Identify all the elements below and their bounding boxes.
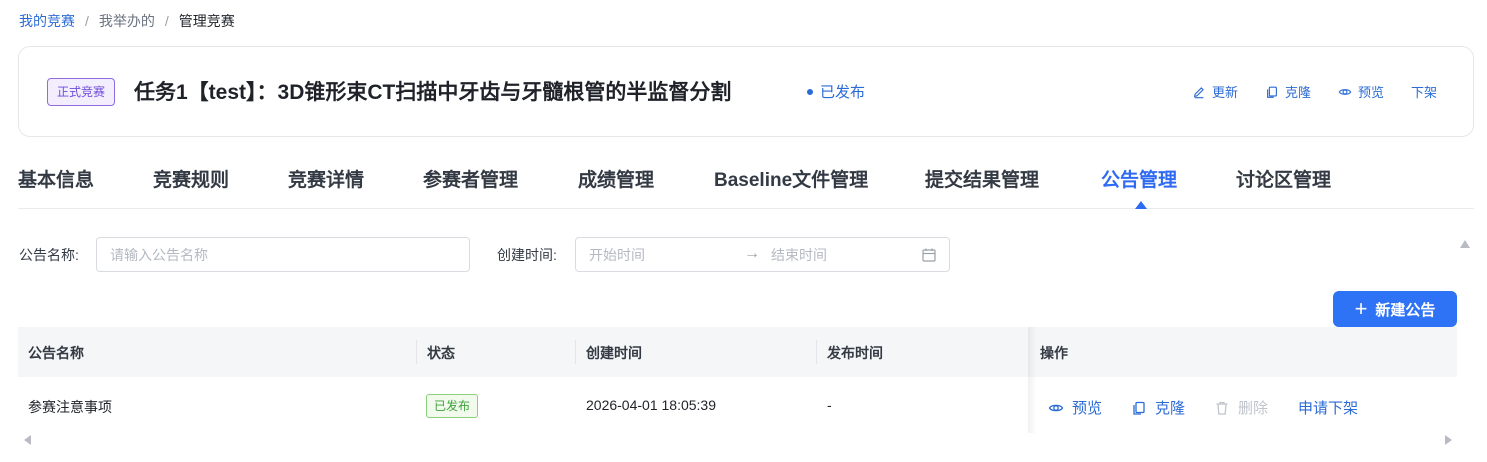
active-tab-indicator bbox=[1135, 201, 1147, 209]
cell-published-time: - bbox=[827, 397, 832, 413]
tab-bar: 基本信息 竞赛规则 竞赛详情 参赛者管理 成绩管理 Baseline文件管理 提… bbox=[18, 165, 1474, 209]
breadcrumb: 我的竞赛 / 我举办的 / 管理竞赛 bbox=[19, 11, 235, 31]
scroll-left-arrow[interactable] bbox=[24, 435, 31, 445]
row-delete-label: 删除 bbox=[1238, 400, 1269, 417]
status-dot-icon bbox=[807, 88, 813, 95]
unpublish-button[interactable]: 下架 bbox=[1411, 82, 1437, 101]
tab-scores[interactable]: 成绩管理 bbox=[578, 165, 654, 192]
col-header-actions: 操作 bbox=[1040, 345, 1068, 361]
tab-submissions[interactable]: 提交结果管理 bbox=[925, 165, 1039, 192]
calendar-icon bbox=[922, 248, 936, 262]
preview-button[interactable]: 预览 bbox=[1338, 82, 1384, 101]
tab-announcements[interactable]: 公告管理 bbox=[1101, 165, 1177, 192]
eye-icon bbox=[1338, 88, 1352, 95]
breadcrumb-separator: / bbox=[164, 13, 169, 29]
copy-icon bbox=[1133, 401, 1145, 415]
competition-status-text: 已发布 bbox=[820, 84, 866, 101]
breadcrumb-separator: / bbox=[85, 13, 89, 29]
eye-icon bbox=[1048, 404, 1064, 411]
cell-created-time: 2026-04-01 18:05:39 bbox=[586, 397, 716, 413]
table-row: 参赛注意事项 已发布 2026-04-01 18:05:39 - 预览 克隆 删… bbox=[18, 377, 1457, 433]
start-date-input[interactable] bbox=[589, 238, 734, 271]
name-filter-label: 公告名称: bbox=[19, 247, 79, 263]
tab-rules[interactable]: 竞赛规则 bbox=[153, 165, 229, 192]
end-date-input[interactable] bbox=[771, 238, 911, 271]
row-request-unpublish-button[interactable]: 申请下架 bbox=[1298, 397, 1358, 418]
copy-icon bbox=[1267, 86, 1277, 98]
col-header-name: 公告名称 bbox=[28, 345, 84, 361]
header-actions: 更新 克隆 预览 下架 bbox=[1192, 82, 1437, 101]
row-preview-button[interactable]: 预览 bbox=[1048, 397, 1102, 418]
update-label: 更新 bbox=[1211, 85, 1238, 100]
col-header-published: 发布时间 bbox=[827, 345, 883, 361]
row-clone-label: 克隆 bbox=[1155, 400, 1186, 417]
row-clone-button[interactable]: 克隆 bbox=[1131, 397, 1185, 418]
col-header-created: 创建时间 bbox=[586, 345, 642, 361]
range-arrow-icon: → bbox=[744, 245, 760, 262]
cell-name: 参赛注意事项 bbox=[28, 399, 112, 415]
breadcrumb-my-competitions[interactable]: 我的竞赛 bbox=[19, 11, 75, 31]
clone-label: 克隆 bbox=[1284, 85, 1311, 100]
column-divider bbox=[575, 340, 576, 364]
competition-title: 任务1【test】：3D锥形束CT扫描中牙齿与牙髓根管的半监督分割 bbox=[134, 81, 732, 104]
clone-button[interactable]: 克隆 bbox=[1265, 82, 1311, 101]
tab-participants[interactable]: 参赛者管理 bbox=[423, 165, 518, 192]
table-header: 公告名称 状态 创建时间 发布时间 操作 bbox=[18, 327, 1457, 377]
competition-status: 已发布 bbox=[807, 81, 865, 102]
tab-details[interactable]: 竞赛详情 bbox=[288, 165, 364, 192]
status-badge: 已发布 bbox=[426, 394, 479, 418]
col-header-status: 状态 bbox=[427, 345, 455, 361]
fixed-column-shadow bbox=[1028, 327, 1036, 433]
name-filter-box bbox=[96, 237, 470, 272]
date-range-picker[interactable]: → bbox=[575, 237, 950, 272]
competition-header-card: 正式竞赛 任务1【test】：3D锥形束CT扫描中牙齿与牙髓根管的半监督分割 已… bbox=[18, 46, 1474, 137]
edit-icon bbox=[1193, 86, 1204, 98]
column-divider bbox=[416, 340, 417, 364]
competition-type-tag: 正式竞赛 bbox=[47, 78, 116, 106]
unpublish-label: 下架 bbox=[1410, 85, 1437, 100]
breadcrumb-current: 管理竞赛 bbox=[178, 13, 235, 29]
new-announcement-button[interactable]: + 新建公告 bbox=[1333, 291, 1457, 327]
row-delete-button[interactable]: 删除 bbox=[1214, 397, 1268, 418]
new-announcement-label: 新建公告 bbox=[1375, 301, 1436, 319]
update-button[interactable]: 更新 bbox=[1192, 82, 1238, 101]
column-divider bbox=[816, 340, 817, 364]
breadcrumb-hosted[interactable]: 我举办的 bbox=[99, 11, 155, 31]
trash-icon bbox=[1216, 401, 1228, 415]
tab-baseline-files[interactable]: Baseline文件管理 bbox=[714, 165, 868, 192]
preview-label: 预览 bbox=[1357, 85, 1384, 100]
time-filter-label: 创建时间: bbox=[497, 247, 557, 263]
scroll-up-arrow[interactable] bbox=[1460, 240, 1470, 248]
plus-icon: + bbox=[1354, 296, 1368, 321]
tab-discussion[interactable]: 讨论区管理 bbox=[1236, 165, 1331, 192]
scroll-right-arrow[interactable] bbox=[1445, 435, 1452, 445]
tab-basic-info[interactable]: 基本信息 bbox=[18, 165, 94, 192]
name-search-input[interactable] bbox=[110, 238, 455, 271]
row-preview-label: 预览 bbox=[1072, 400, 1103, 417]
